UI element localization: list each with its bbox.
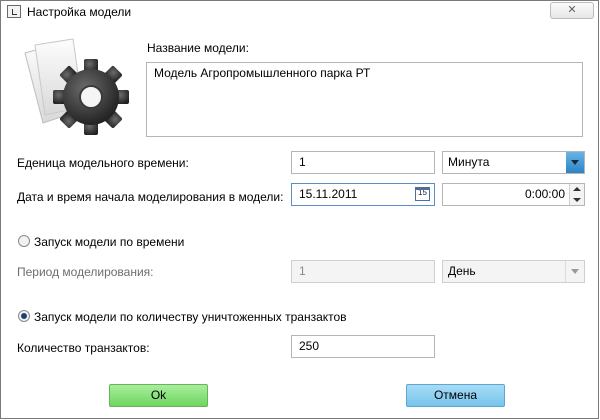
chevron-down-icon[interactable] (565, 261, 584, 282)
run-by-transactions-label: Запуск модели по количеству уничтоженных… (34, 310, 347, 324)
start-datetime-label: Дата и время начала моделирования в моде… (17, 190, 284, 204)
transactions-count-label: Количество транзактов: (17, 341, 150, 355)
close-icon: ✕ (567, 4, 577, 16)
settings-gear-icon (24, 38, 129, 135)
model-name-label: Название модели: (147, 41, 249, 55)
close-button[interactable]: ✕ (550, 2, 594, 19)
window-title: Настройка модели (27, 5, 132, 19)
time-unit-label: Еденица модельного времени: (17, 156, 189, 170)
spin-up-icon[interactable] (573, 187, 581, 191)
start-date-value: 15.11.2011 (299, 187, 358, 201)
model-name-field[interactable]: Модель Агропромышленного парка РТ (146, 62, 583, 137)
time-unit-value-field[interactable]: 1 (291, 151, 435, 174)
period-unit-select[interactable]: День (442, 260, 585, 283)
calendar-icon[interactable]: 15 (415, 187, 430, 201)
ok-button[interactable]: Ok (109, 384, 208, 407)
start-time-field[interactable]: 0:00:00 (442, 183, 585, 206)
time-unit-value: 1 (299, 155, 306, 169)
chevron-down-icon[interactable] (566, 152, 584, 173)
run-by-time-label: Запуск модели по времени (34, 235, 185, 249)
title-bar: Настройка модели ✕ (1, 1, 598, 23)
period-unit-selected: День (448, 264, 476, 278)
time-spinner[interactable] (569, 184, 584, 205)
period-value: 1 (299, 264, 306, 278)
run-by-time-radio[interactable] (18, 235, 30, 247)
time-unit-selected: Минута (448, 155, 490, 169)
period-label: Период моделирования: (17, 265, 154, 279)
time-unit-select[interactable]: Минута (442, 151, 585, 174)
settings-dialog: Настройка модели ✕ Название модели: Моде… (0, 0, 599, 419)
transactions-count-value: 250 (299, 339, 320, 353)
start-date-picker[interactable]: 15.11.2011 15 (291, 183, 435, 206)
cancel-button[interactable]: Отмена (406, 384, 505, 407)
window-icon (7, 5, 21, 18)
run-by-transactions-radio[interactable] (18, 310, 30, 322)
model-name-value: Модель Агропромышленного парка РТ (154, 66, 371, 80)
start-time-value: 0:00:00 (524, 187, 565, 201)
transactions-count-field[interactable]: 250 (291, 335, 435, 358)
period-value-field[interactable]: 1 (291, 260, 435, 283)
spin-down-icon[interactable] (573, 198, 581, 202)
